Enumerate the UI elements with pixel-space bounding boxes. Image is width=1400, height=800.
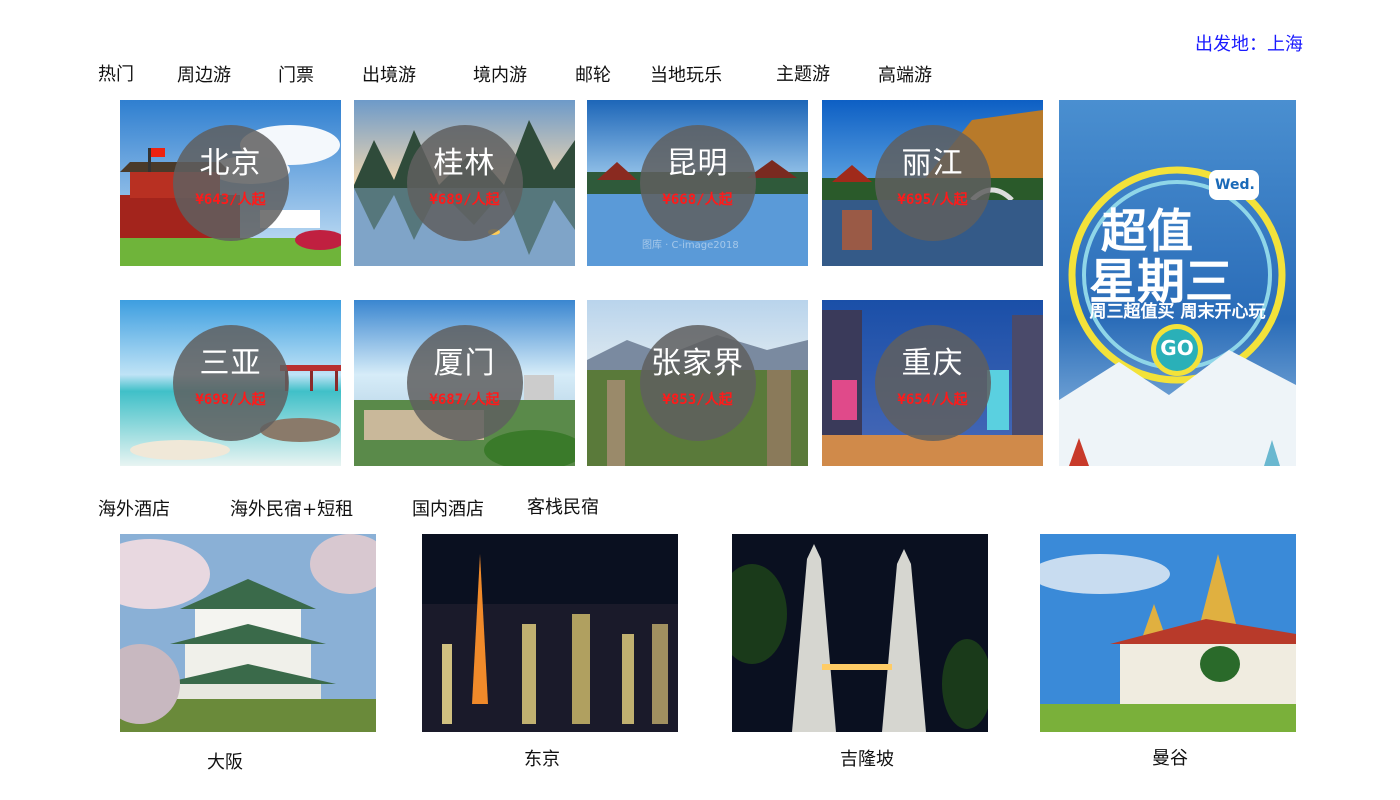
destination-price: ¥654/人起	[897, 392, 968, 408]
destination-card-xiamen[interactable]: 厦门 ¥687/人起	[354, 300, 575, 466]
hotel-city-label[interactable]: 吉隆坡	[840, 745, 894, 771]
destination-city: 昆明	[666, 146, 729, 181]
destination-badge: 丽江 ¥695/人起	[874, 125, 991, 241]
destination-badge: 北京 ¥643/人起	[172, 125, 289, 241]
destination-badge: 三亚 ¥698/人起	[172, 325, 289, 441]
hotel-city-card-bangkok[interactable]	[1040, 534, 1296, 732]
tab-theme[interactable]: 主题游	[776, 60, 830, 86]
destination-card-zhangjiajie[interactable]: 张家界 ¥853/人起	[587, 300, 808, 466]
destination-city: 北京	[199, 146, 262, 181]
tab-overseas-hotels[interactable]: 海外酒店	[98, 495, 170, 521]
tab-nearby[interactable]: 周边游	[177, 61, 231, 87]
destination-price: ¥643/人起	[195, 192, 266, 208]
destination-card-beijing[interactable]: 北京 ¥643/人起	[120, 100, 341, 266]
osaka-photo	[120, 534, 376, 732]
destination-badge: 厦门 ¥687/人起	[406, 325, 523, 441]
destination-card-sanya[interactable]: 三亚 ¥698/人起	[120, 300, 341, 466]
promo-banner[interactable]: Wed. 超值 星期三 周三超值买 周末开心玩 GO	[1059, 100, 1296, 466]
tab-cruise[interactable]: 邮轮	[575, 61, 611, 87]
destination-card-lijiang[interactable]: 丽江 ¥695/人起	[822, 100, 1043, 266]
tab-inn-homestay[interactable]: 客栈民宿	[527, 493, 599, 519]
destination-city: 张家界	[651, 346, 744, 381]
destination-badge: 桂林 ¥689/人起	[406, 125, 523, 241]
tab-domestic[interactable]: 境内游	[473, 61, 527, 87]
destination-city: 丽江	[901, 146, 964, 181]
tab-premium[interactable]: 高端游	[878, 61, 932, 87]
tab-local-fun[interactable]: 当地玩乐	[650, 61, 722, 87]
destination-price: ¥698/人起	[195, 392, 266, 408]
tab-hot[interactable]: 热门	[98, 60, 134, 86]
kuala-lumpur-photo	[732, 534, 988, 732]
hotel-city-label[interactable]: 曼谷	[1152, 744, 1188, 770]
tab-overseas-homestay[interactable]: 海外民宿+短租	[230, 495, 353, 521]
hotel-city-label[interactable]: 东京	[524, 745, 560, 771]
destination-city: 厦门	[433, 346, 496, 381]
destination-badge: 张家界 ¥853/人起	[639, 325, 756, 441]
destination-price: ¥687/人起	[429, 392, 500, 408]
destination-price: ¥695/人起	[897, 192, 968, 208]
destination-badge: 昆明 ¥668/人起	[639, 125, 756, 241]
destination-city: 三亚	[199, 346, 262, 381]
promo-go-button[interactable]: GO	[1158, 336, 1196, 360]
destination-price: ¥853/人起	[662, 392, 733, 408]
tab-domestic-hotels[interactable]: 国内酒店	[412, 495, 484, 521]
destination-price: ¥668/人起	[662, 192, 733, 208]
destination-price: ¥689/人起	[429, 192, 500, 208]
destination-city: 重庆	[901, 346, 964, 381]
tab-outbound[interactable]: 出境游	[362, 61, 416, 87]
destination-card-kunming[interactable]: 图库 · C-image2018 昆明 ¥668/人起	[587, 100, 808, 266]
departure-selector[interactable]: 出发地：上海	[1195, 30, 1303, 56]
promo-subtitle: 周三超值买 周末开心玩	[1089, 302, 1266, 322]
destination-card-chongqing[interactable]: 重庆 ¥654/人起	[822, 300, 1043, 466]
hotel-city-card-tokyo[interactable]	[422, 534, 678, 732]
hotel-city-card-osaka[interactable]	[120, 534, 376, 732]
hotel-city-card-kuala-lumpur[interactable]	[732, 534, 988, 732]
destination-card-guilin[interactable]: 桂林 ¥689/人起	[354, 100, 575, 266]
tokyo-photo	[422, 534, 678, 732]
bangkok-photo	[1040, 534, 1296, 732]
tab-tickets[interactable]: 门票	[278, 61, 314, 87]
hotel-city-label[interactable]: 大阪	[207, 748, 243, 774]
destination-badge: 重庆 ¥654/人起	[874, 325, 991, 441]
promo-badge: Wed.	[1215, 177, 1255, 193]
destination-city: 桂林	[433, 146, 496, 181]
